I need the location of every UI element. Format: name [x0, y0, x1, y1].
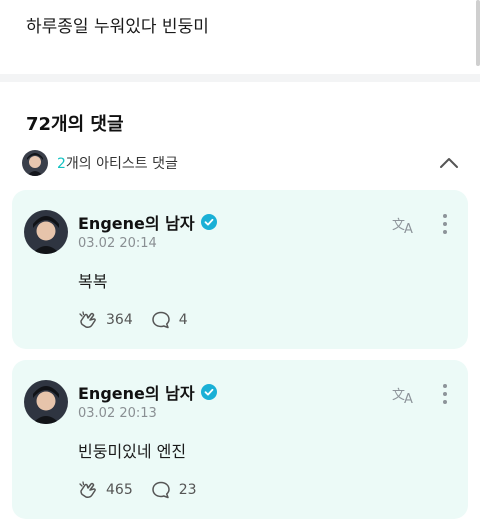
- author-row: Engene의 남자: [78, 210, 217, 234]
- translate-icon[interactable]: 文 A: [392, 214, 418, 236]
- post-text: 하루종일 누워있다 빈둥미: [26, 17, 209, 37]
- artist-comments-toggle[interactable]: 2개의 아티스트 댓글: [22, 148, 462, 178]
- reply-button[interactable]: 23: [151, 480, 197, 500]
- chevron-up-icon[interactable]: [438, 152, 460, 174]
- comment-actions: 465 23: [78, 480, 197, 500]
- section-divider: [0, 74, 480, 82]
- artist-comments-label: 2개의 아티스트 댓글: [57, 156, 178, 172]
- comment-body: 복복: [78, 272, 108, 291]
- reply-count: 23: [178, 482, 197, 498]
- like-count: 364: [106, 312, 133, 328]
- translate-icon[interactable]: 文 A: [392, 384, 418, 406]
- comment-body: 빈둥미있네 엔진: [78, 442, 187, 461]
- artist-mini-avatar: [22, 150, 48, 176]
- cheer-icon: [79, 311, 96, 328]
- comment-timestamp: 03.02 20:13: [78, 406, 157, 421]
- author-name[interactable]: Engene의 남자: [78, 380, 195, 404]
- verified-badge-icon: [200, 384, 217, 400]
- comment-count-heading: 72개의 댓글: [26, 114, 124, 135]
- author-name[interactable]: Engene의 남자: [78, 210, 195, 234]
- comment-card: Engene의 남자 03.02 20:13 文 A 빈둥미있네 엔진 465 …: [12, 360, 468, 519]
- cheer-icon: [79, 481, 96, 498]
- author-row: Engene의 남자: [78, 380, 217, 404]
- comment-card: Engene의 남자 03.02 20:14 文 A 복복 364 4: [12, 190, 468, 349]
- verified-badge-icon: [200, 214, 217, 230]
- like-button[interactable]: 364: [78, 310, 133, 330]
- avatar[interactable]: [24, 210, 68, 254]
- like-button[interactable]: 465: [78, 480, 133, 500]
- comment-timestamp: 03.02 20:14: [78, 236, 157, 251]
- avatar[interactable]: [24, 380, 68, 424]
- reply-button[interactable]: 4: [151, 310, 188, 330]
- reply-bubble-icon: [151, 311, 170, 329]
- svg-text:A: A: [404, 392, 413, 406]
- comment-actions: 364 4: [78, 310, 188, 330]
- like-count: 465: [106, 482, 133, 498]
- more-options-icon[interactable]: [440, 382, 450, 406]
- svg-text:A: A: [404, 222, 413, 236]
- scrollbar-thumb[interactable]: [476, 0, 480, 66]
- reply-count: 4: [178, 312, 188, 328]
- more-options-icon[interactable]: [440, 212, 450, 236]
- reply-bubble-icon: [151, 481, 170, 499]
